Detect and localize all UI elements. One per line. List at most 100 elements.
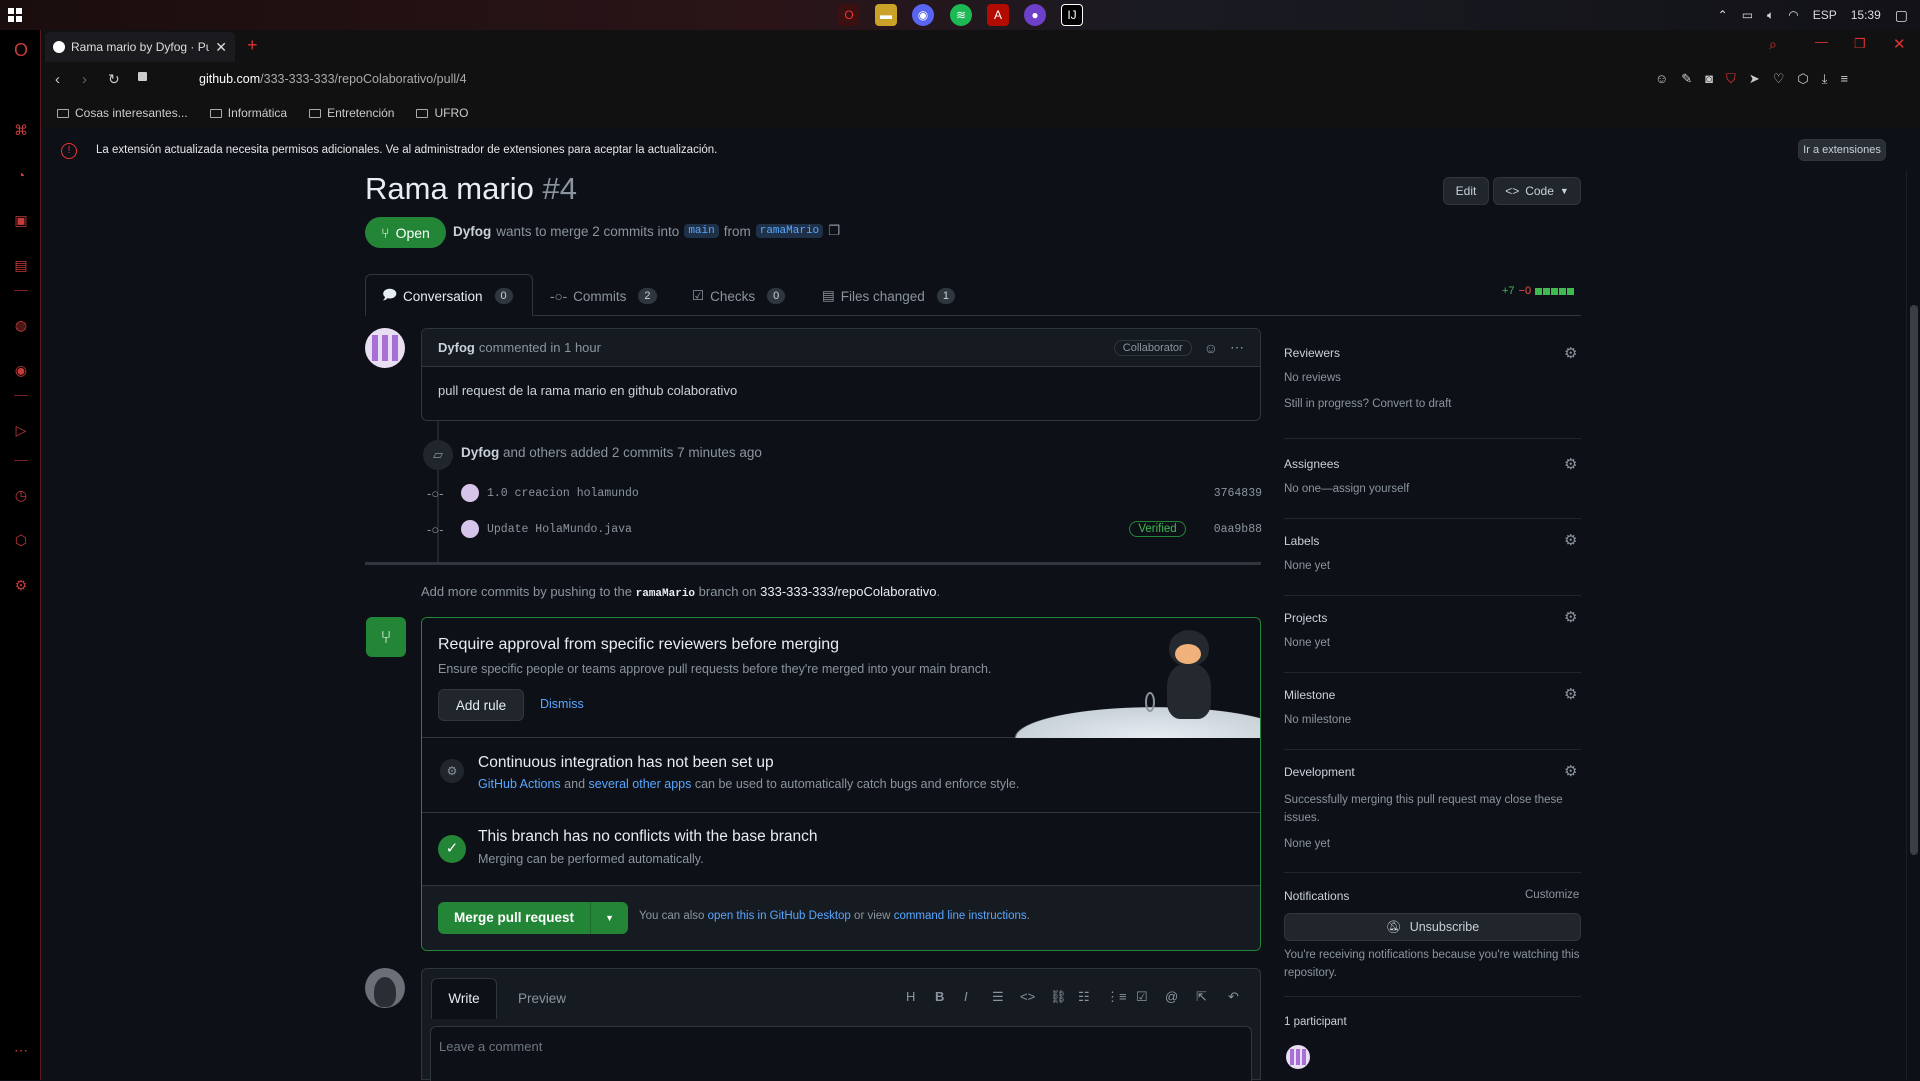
event-author[interactable]: Dyfog [461,445,499,460]
spotify-icon[interactable]: ≋ [950,4,972,26]
speed-dial-icon[interactable]: ◔ [11,165,31,185]
menu-icon[interactable]: ≡ [1840,71,1848,87]
add-rule-button[interactable]: Add rule [438,689,524,721]
forward-icon[interactable]: › [82,71,87,88]
comment-meta[interactable]: commented in 1 hour [479,340,601,355]
unsubscribe-button[interactable]: 🔕︎ Unsubscribe [1284,913,1581,941]
edit-button[interactable]: Edit [1443,177,1489,205]
gear-icon[interactable]: ⚙ [1564,687,1580,703]
close-tab-icon[interactable]: ✕ [215,39,227,56]
whatsapp-icon[interactable]: ◍ [11,315,31,335]
unordered-list-icon[interactable]: ☷ [1078,989,1090,1005]
bookmark-folder[interactable]: UFRO [416,106,468,120]
shopping-bag-icon[interactable]: ▣ [11,210,31,230]
browser-tab[interactable]: Rama mario by Dyfog · Pul ✕ [45,32,235,62]
close-window-icon[interactable]: ✕ [1893,35,1906,53]
smiley-icon[interactable]: ☺ [1204,340,1218,356]
url-field[interactable]: github.com/333-333-333/repoColaborativo/… [199,72,467,86]
go-to-extensions-button[interactable]: Ir a extensiones [1798,139,1886,161]
gear-icon[interactable]: ⚙ [1564,457,1580,473]
camera-icon[interactable]: ◙ [1705,71,1713,87]
mention-icon[interactable]: @ [1165,989,1178,1004]
command-line-link[interactable]: command line instructions [894,910,1027,922]
author-link[interactable]: Dyfog [453,224,491,239]
task-list-icon[interactable]: ☑ [1136,989,1148,1005]
code-icon[interactable]: <> [1020,989,1035,1004]
other-apps-link[interactable]: several other apps [589,777,692,791]
opera-taskbar-icon[interactable]: O [838,4,860,26]
dismiss-link[interactable]: Dismiss [540,697,584,711]
bookmark-folder[interactable]: Informática [209,106,287,120]
twitch-icon[interactable]: ▤ [11,255,31,275]
restore-icon[interactable]: ❐ [1854,36,1866,52]
commit-message[interactable]: Update HolaMundo.java [487,523,632,536]
convert-to-draft-link[interactable]: Still in progress? Convert to draft [1284,398,1451,410]
bold-icon[interactable]: B [935,989,944,1004]
tab-conversation[interactable]: 🗩︎ Conversation 0 [382,276,513,316]
back-icon[interactable]: ‹ [55,71,60,88]
heart-icon[interactable]: ♡ [1773,71,1785,87]
merge-pull-request-button[interactable]: Merge pull request [438,902,590,934]
bookmark-folder[interactable]: Cosas interesantes... [57,106,188,120]
emoji-icon[interactable]: ☺ [1655,71,1668,87]
gear-icon[interactable]: ⚙ [1564,610,1580,626]
github-desktop-icon[interactable]: ● [1024,4,1046,26]
copy-icon[interactable]: ❐ [828,223,840,239]
clock[interactable]: 15:39 [1851,8,1881,22]
github-desktop-link[interactable]: open this in GitHub Desktop [708,910,851,922]
undo-icon[interactable]: ↶ [1228,989,1239,1005]
avatar[interactable] [461,484,479,502]
page-scrollbar[interactable] [1906,170,1920,1080]
assign-yourself-link[interactable]: No one—assign yourself [1284,483,1409,495]
send-icon[interactable]: ➤ [1749,71,1760,87]
intellij-icon[interactable]: IJ [1061,4,1083,26]
discord-icon[interactable]: ◉ [912,4,934,26]
comment-textarea[interactable]: Leave a comment [430,1026,1252,1081]
history-icon[interactable]: ◷ [11,485,31,505]
notifications-icon[interactable]: ▢ [1895,7,1908,24]
new-tab-icon[interactable]: + [247,35,258,56]
speaker-icon[interactable]: 🔈︎ [1767,8,1774,23]
gear-icon[interactable]: ⚙ [1564,764,1580,780]
verified-badge[interactable]: Verified [1129,521,1186,537]
chevron-up-icon[interactable]: ⌃ [1718,8,1728,22]
heading-icon[interactable]: H [906,989,915,1004]
reference-icon[interactable]: ⇱ [1196,989,1207,1005]
merge-dropdown-icon[interactable]: ▼ [590,902,628,934]
quote-icon[interactable]: ☰ [992,989,1004,1005]
player-icon[interactable]: ▷ [11,420,31,440]
commit-sha[interactable]: 3764839 [1214,487,1262,500]
acrobat-icon[interactable]: A [987,4,1009,26]
edit-icon[interactable]: ✎ [1681,71,1692,87]
comment-author[interactable]: Dyfog [438,340,475,355]
opera-logo-icon[interactable]: O [11,40,31,60]
tab-files-changed[interactable]: ▤ Files changed 1 [822,276,955,316]
tab-commits[interactable]: -○- Commits 2 [550,276,657,316]
adblock-icon[interactable]: ⛉ [1726,71,1736,87]
cube-icon[interactable]: ⬡ [1797,71,1808,87]
reload-icon[interactable]: ↻ [108,71,120,88]
head-branch-tag[interactable]: ramaMario [755,224,824,238]
battery-icon[interactable]: ▭ [1742,8,1753,22]
commit-message[interactable]: 1.0 creacion holamundo [487,487,639,500]
ordered-list-icon[interactable]: ⋮≡ [1106,989,1127,1005]
download-icon[interactable]: ⤓ [1822,71,1828,87]
push-repo[interactable]: 333-333-333/repoColaborativo [760,584,936,599]
wifi-icon[interactable]: ◠ [1788,8,1798,22]
settings-icon[interactable]: ⚙ [11,575,31,595]
file-explorer-icon[interactable]: ▬ [875,4,897,26]
language-indicator[interactable]: ESP [1813,8,1837,22]
more-icon[interactable]: ⋯ [11,1040,31,1060]
github-actions-link[interactable]: GitHub Actions [478,777,561,791]
customize-link[interactable]: Customize [1525,889,1579,901]
avatar[interactable] [365,328,405,368]
twitter-icon[interactable]: ◉ [11,360,31,380]
gear-icon[interactable]: ⚙ [1564,533,1580,549]
gear-icon[interactable]: ⚙ [1564,346,1580,362]
avatar[interactable] [365,968,405,1008]
tab-checks[interactable]: ☑ Checks 0 [692,276,786,316]
base-branch-tag[interactable]: main [684,224,719,238]
participant-avatar[interactable] [1286,1045,1310,1069]
bookmark-folder[interactable]: Entretención [309,106,394,120]
italic-icon[interactable]: I [964,989,968,1004]
